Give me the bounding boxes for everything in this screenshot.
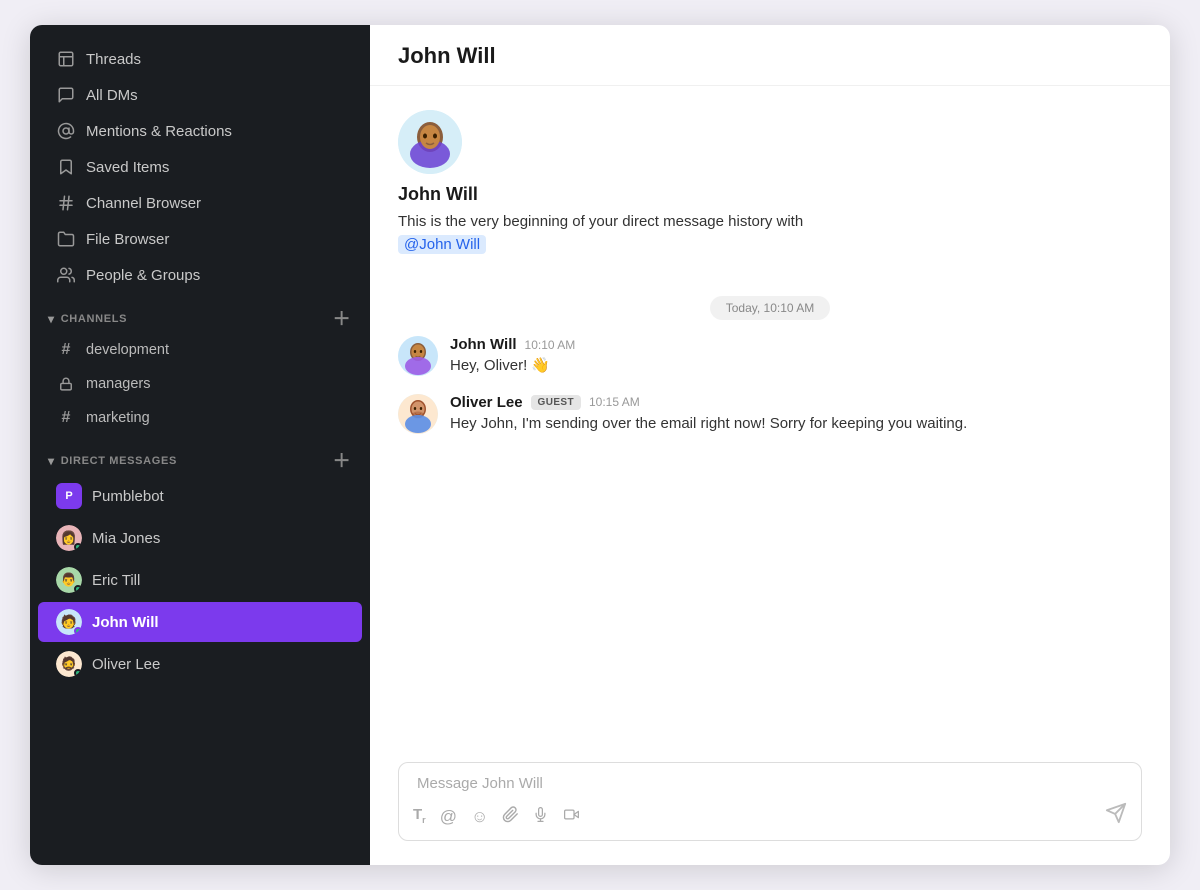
sidebar-item-saved[interactable]: Saved Items [38, 150, 362, 184]
avatar-john-will: 🧑 [56, 609, 82, 635]
dm-history-intro: John Will This is the very beginning of … [398, 110, 1142, 256]
msg-header-john: John Will 10:10 AM [450, 336, 1142, 353]
dm-oliver-label: Oliver Lee [92, 656, 160, 673]
msg-avatar-john [398, 336, 438, 376]
msg-content-oliver: Oliver Lee GUEST 10:15 AM Hey John, I'm … [450, 394, 1142, 436]
format-text-button[interactable]: Tr [413, 807, 426, 825]
chat-header: John Will [370, 25, 1170, 86]
message-row-oliver: Oliver Lee GUEST 10:15 AM Hey John, I'm … [398, 394, 1142, 436]
people-groups-label: People & Groups [86, 267, 200, 284]
sidebar-item-mentions[interactable]: Mentions & Reactions [38, 114, 362, 148]
avatar-pumblebot: P [56, 483, 82, 509]
mentions-label: Mentions & Reactions [86, 123, 232, 140]
channel-item-development[interactable]: # development [38, 334, 362, 366]
dm-item-john-will[interactable]: 🧑 John Will [38, 602, 362, 642]
threads-label: Threads [86, 51, 141, 68]
hash-icon-marketing: # [56, 408, 76, 428]
saved-label: Saved Items [86, 159, 169, 176]
dm-intro-text: This is the very beginning of your direc… [398, 211, 1142, 256]
video-button[interactable] [562, 807, 581, 825]
sidebar-item-people-groups[interactable]: People & Groups [38, 258, 362, 292]
channels-collapse-icon[interactable]: ▾ [48, 312, 55, 326]
dm-item-eric-till[interactable]: 👨 Eric Till [38, 560, 362, 600]
channel-item-managers[interactable]: managers [38, 368, 362, 400]
dm-mia-label: Mia Jones [92, 530, 160, 547]
all-dms-icon [56, 85, 76, 105]
channels-header-label: CHANNELS [61, 313, 127, 325]
timestamp-pill: Today, 10:10 AM [710, 296, 831, 320]
dm-item-mia-jones[interactable]: 👩 Mia Jones [38, 518, 362, 558]
mentions-icon [56, 121, 76, 141]
mention-button[interactable]: @ [440, 808, 457, 825]
msg-header-oliver: Oliver Lee GUEST 10:15 AM [450, 394, 1142, 411]
chat-header-name: John Will [398, 43, 496, 68]
guest-badge: GUEST [531, 395, 581, 410]
sidebar-item-all-dms[interactable]: All DMs [38, 78, 362, 112]
dm-intro-name: John Will [398, 184, 1142, 205]
avatar-mia-jones: 👩 [56, 525, 82, 551]
sidebar: Threads All DMs Mentions & Reactions [30, 25, 370, 865]
sidebar-item-threads[interactable]: Threads [38, 42, 362, 76]
msg-name-john: John Will [450, 336, 517, 353]
channel-item-marketing[interactable]: # marketing [38, 402, 362, 434]
chat-input-toolbar: Tr @ ☺ [413, 802, 1127, 830]
hash-icon-development: # [56, 340, 76, 360]
channel-development-label: development [86, 342, 169, 358]
add-channel-button[interactable]: ＋ [332, 309, 352, 329]
file-browser-icon [56, 229, 76, 249]
file-browser-label: File Browser [86, 231, 169, 248]
chat-input-area: Message John Will Tr @ ☺ [370, 746, 1170, 865]
dm-intro-mention: @John Will [398, 235, 486, 254]
channel-browser-icon [56, 193, 76, 213]
dm-item-oliver-lee[interactable]: 🧔 Oliver Lee [38, 644, 362, 684]
msg-text-john: Hey, Oliver! 👋 [450, 355, 1142, 378]
dm-john-label: John Will [92, 614, 159, 631]
attach-button[interactable] [502, 806, 519, 826]
dm-collapse-icon[interactable]: ▾ [48, 454, 55, 468]
channels-section-header: ▾ CHANNELS ＋ [30, 299, 370, 333]
channel-browser-label: Channel Browser [86, 195, 201, 212]
chat-input-box: Message John Will Tr @ ☺ [398, 762, 1142, 841]
emoji-button[interactable]: ☺ [471, 808, 488, 825]
sidebar-item-file-browser[interactable]: File Browser [38, 222, 362, 256]
dm-pumblebot-label: Pumblebot [92, 488, 164, 505]
audio-button[interactable] [533, 806, 548, 826]
toolbar-icons: Tr @ ☺ [413, 806, 581, 826]
lock-icon-managers [56, 374, 76, 394]
main-chat: John Will John Will [370, 25, 1170, 865]
all-dms-label: All DMs [86, 87, 138, 104]
message-row-john: John Will 10:10 AM Hey, Oliver! 👋 [398, 336, 1142, 378]
avatar-eric-till: 👨 [56, 567, 82, 593]
sidebar-item-channel-browser[interactable]: Channel Browser [38, 186, 362, 220]
dm-header-label: DIRECT MESSAGES [61, 455, 177, 467]
channel-managers-label: managers [86, 376, 150, 392]
threads-icon [56, 49, 76, 69]
dm-intro-avatar [398, 110, 462, 174]
dm-item-pumblebot[interactable]: P Pumblebot [38, 476, 362, 516]
msg-time-oliver: 10:15 AM [589, 395, 640, 409]
avatar-oliver-lee: 🧔 [56, 651, 82, 677]
msg-time-john: 10:10 AM [525, 338, 576, 352]
send-button[interactable] [1105, 802, 1127, 830]
people-groups-icon [56, 265, 76, 285]
chat-input-placeholder[interactable]: Message John Will [413, 775, 1127, 792]
msg-content-john: John Will 10:10 AM Hey, Oliver! 👋 [450, 336, 1142, 378]
msg-name-oliver: Oliver Lee [450, 394, 523, 411]
msg-avatar-oliver [398, 394, 438, 434]
saved-icon [56, 157, 76, 177]
msg-text-oliver: Hey John, I'm sending over the email rig… [450, 413, 1142, 436]
chat-body: John Will This is the very beginning of … [370, 86, 1170, 746]
app-container: Threads All DMs Mentions & Reactions [30, 25, 1170, 865]
dm-section-header: ▾ DIRECT MESSAGES ＋ [30, 441, 370, 475]
add-dm-button[interactable]: ＋ [332, 451, 352, 471]
dm-eric-label: Eric Till [92, 572, 140, 589]
timestamp-divider: Today, 10:10 AM [398, 296, 1142, 320]
channel-marketing-label: marketing [86, 410, 150, 426]
